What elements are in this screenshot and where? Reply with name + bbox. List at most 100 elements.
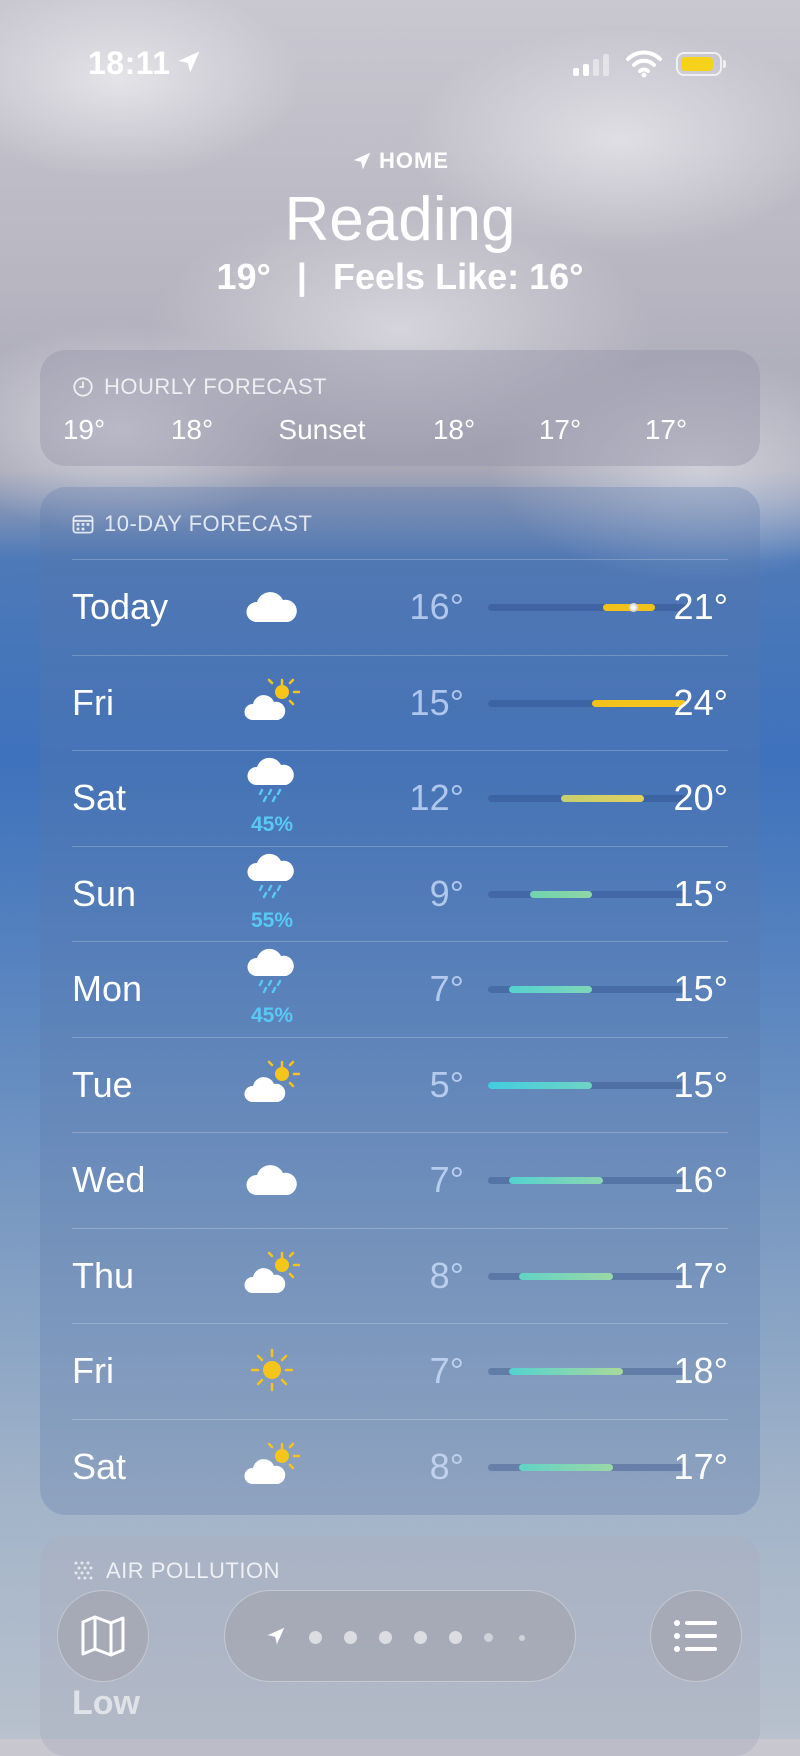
forecast-row[interactable]: Fri 15° 24° (72, 654, 728, 751)
location-arrow-icon (353, 152, 371, 170)
forecast-day: Thu (72, 1254, 135, 1296)
hourly-item: 18° (170, 414, 214, 445)
clock-icon (73, 377, 93, 397)
precipitation-chance: 45% (250, 813, 294, 836)
page-dot[interactable] (414, 1631, 427, 1644)
city-name: Reading (284, 185, 516, 254)
page-indicator[interactable] (224, 1590, 576, 1682)
low-temperature: 7° (429, 1350, 464, 1391)
forecast-row[interactable]: Sun 55% 9° 15° (72, 845, 728, 942)
temperature-range-bar (508, 986, 593, 993)
page-dot[interactable] (449, 1631, 462, 1644)
forecast-day: Tue (72, 1063, 133, 1105)
forecast-row[interactable]: Sat 8° 17° (72, 1418, 728, 1515)
forecast-row[interactable]: Wed 7° 16° (72, 1132, 728, 1228)
temperature-range-bar (529, 890, 593, 898)
forecast-row[interactable]: Tue 5° 15° (72, 1036, 728, 1133)
status-time: 18:11 (88, 45, 171, 81)
temperature-separator: | (296, 256, 307, 297)
low-temperature: 7° (429, 968, 464, 1009)
map-button[interactable] (57, 1590, 149, 1682)
low-temperature: 15° (409, 681, 464, 723)
rain-icon (244, 757, 300, 805)
forecast-day: Sat (72, 777, 127, 818)
high-temperature: 15° (673, 968, 728, 1009)
low-temperature: 16° (409, 586, 464, 627)
forecast-row[interactable]: Fri 7° 18° (72, 1323, 728, 1419)
precipitation-chance: 55% (250, 908, 294, 932)
hourly-forecast-title: HOURLY FORECAST (72, 374, 327, 400)
low-temperature: 9° (429, 872, 464, 914)
home-label-text: HOME (379, 148, 449, 173)
hourly-item: 18° (432, 414, 476, 445)
high-temperature: 20° (673, 777, 728, 818)
high-temperature: 16° (673, 1159, 728, 1200)
low-temperature: 8° (429, 1445, 464, 1487)
battery-icon (676, 52, 726, 76)
forecast-day: Fri (72, 1350, 114, 1391)
air-quality-icon (74, 1561, 93, 1580)
high-temperature: 21° (673, 586, 728, 627)
current-temperature: 19° (216, 256, 271, 297)
page-dot[interactable] (484, 1633, 493, 1642)
page-dot[interactable] (344, 1631, 357, 1644)
temperature-range-bar (508, 1368, 624, 1375)
page-dot[interactable] (519, 1635, 525, 1641)
forecast-day: Mon (72, 968, 143, 1009)
temperature-range-bar (488, 1081, 593, 1089)
low-temperature: 7° (429, 1159, 464, 1200)
cloud-icon (244, 1155, 300, 1203)
temperature-range-bar (519, 1463, 614, 1471)
forecast-day: Wed (72, 1159, 146, 1200)
location-arrow-icon (178, 51, 200, 73)
high-temperature: 18° (673, 1350, 728, 1391)
hourly-item: 19° (62, 414, 106, 445)
forecast-day: Fri (72, 681, 114, 723)
cellular-signal-icon (573, 52, 609, 76)
high-temperature: 15° (673, 872, 728, 914)
page-dot[interactable] (309, 1631, 322, 1644)
precipitation-chance: 45% (250, 1004, 294, 1027)
hourly-items[interactable]: 19° 18° Sunset 18° 17° 17° (40, 414, 760, 454)
hourly-item: 17° (538, 414, 582, 445)
forecast-row[interactable]: Mon 45% 7° 15° (72, 941, 728, 1037)
temperature-range-bar (508, 1177, 603, 1184)
low-temperature: 8° (429, 1254, 464, 1296)
partly-sunny-icon (244, 1251, 301, 1299)
forecast-day: Sun (72, 872, 137, 914)
status-bar: 18:11 (0, 40, 800, 90)
air-pollution-value: Low (72, 1684, 140, 1722)
forecast-day: Sat (72, 1445, 127, 1487)
map-icon (81, 1615, 125, 1657)
current-temperature-line: 19° | Feels Like: 16° (0, 256, 800, 298)
high-temperature: 15° (673, 1063, 728, 1105)
list-icon (674, 1620, 717, 1652)
forecast-day: Today (72, 586, 169, 627)
high-temperature: 24° (673, 681, 728, 723)
temperature-range-bar (519, 1272, 614, 1280)
feels-like: Feels Like: 16° (333, 256, 584, 297)
ten-day-forecast-card[interactable]: 10-DAY FORECAST Today 16° 21° Fri 15° 24° Sat 4… (40, 487, 760, 1515)
partly-sunny-icon (244, 1442, 301, 1490)
low-temperature: 12° (409, 777, 464, 818)
forecast-row[interactable]: Sat 45% 12° 20° (72, 750, 728, 846)
sun-icon (244, 1346, 300, 1394)
cloud-icon (244, 582, 300, 630)
hourly-forecast-card[interactable]: HOURLY FORECAST 19° 18° Sunset 18° 17° 17° (40, 350, 760, 466)
air-pollution-title: AIR POLLUTION (72, 1558, 280, 1584)
home-label: HOME (0, 148, 800, 174)
partly-sunny-icon (244, 1060, 301, 1108)
rain-icon (244, 948, 300, 996)
current-location-icon (267, 1627, 285, 1645)
hourly-item: 17° (644, 414, 688, 445)
wifi-icon (626, 50, 662, 78)
high-temperature: 17° (673, 1254, 728, 1296)
high-temperature: 17° (673, 1445, 728, 1487)
list-button[interactable] (650, 1590, 742, 1682)
ten-day-forecast-title: 10-DAY FORECAST (72, 511, 312, 537)
partly-sunny-icon (244, 678, 301, 726)
forecast-row[interactable]: Today 16° 21° (72, 559, 728, 655)
forecast-row[interactable]: Thu 8° 17° (72, 1227, 728, 1324)
page-dot[interactable] (379, 1631, 392, 1644)
rain-icon (244, 853, 300, 901)
